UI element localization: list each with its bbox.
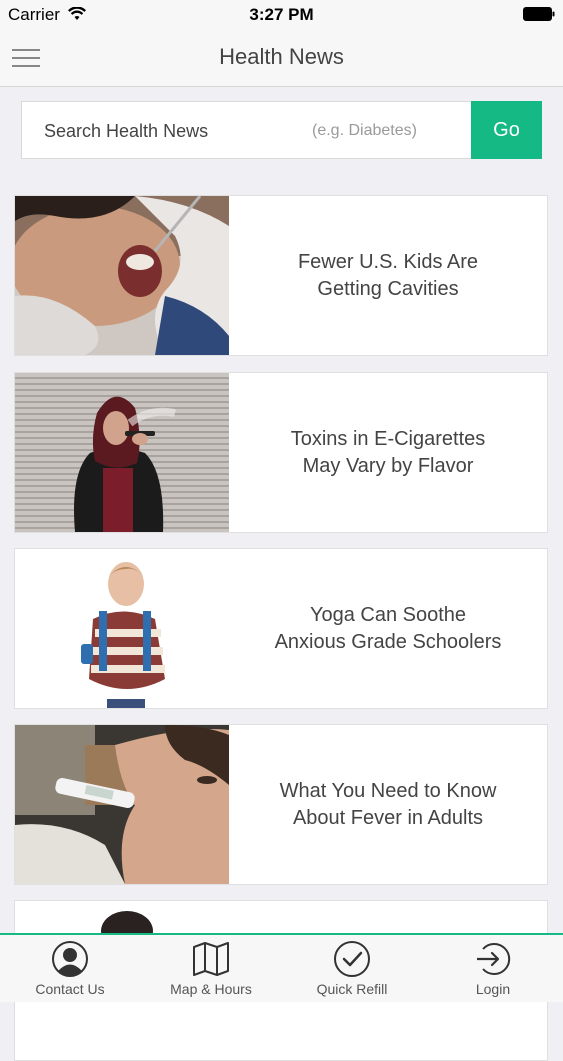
tab-quick-refill[interactable]: Quick Refill <box>282 935 422 1002</box>
article-thumbnail-fever <box>15 725 229 884</box>
article-card[interactable]: Fewer U.S. Kids Are Getting Cavities <box>14 195 548 356</box>
tab-label: Quick Refill <box>316 981 388 997</box>
go-button[interactable]: Go <box>471 101 542 159</box>
search-label: Search Health News <box>44 121 209 141</box>
article-title: Yoga Can Soothe Anxious Grade Schoolers <box>274 603 502 653</box>
search-placeholder: (e.g. Diabetes) <box>312 122 417 139</box>
tab-label: Login <box>475 981 511 997</box>
page-title: Health News <box>219 44 344 69</box>
login-arrow-icon <box>477 943 511 975</box>
tab-login[interactable]: Login <box>423 935 563 1002</box>
tab-contact-us[interactable]: Contact Us <box>0 935 140 1002</box>
status-bar: Carrier 3:27 PM <box>0 0 563 30</box>
tab-map-hours[interactable]: Map & Hours <box>141 935 281 1002</box>
article-card[interactable]: Yoga Can Soothe Anxious Grade Schoolers <box>14 548 548 709</box>
article-thumbnail-ecigarette <box>15 373 229 532</box>
tab-label: Contact Us <box>35 981 105 997</box>
checkmark-circle-icon <box>334 941 370 977</box>
status-time: 3:27 PM <box>249 5 314 24</box>
navigation-bar: Health News <box>0 30 563 87</box>
article-title: What You Need to Know About Fever in Adu… <box>279 779 497 829</box>
search-field[interactable]: Search Health News (e.g. Diabetes) Go <box>21 101 542 159</box>
article-thumbnail-dentist <box>15 196 229 355</box>
article-card[interactable]: Toxins in E-Cigarettes May Vary by Flavo… <box>14 372 548 533</box>
battery-icon <box>523 7 555 21</box>
article-title: Fewer U.S. Kids Are Getting Cavities <box>297 250 479 300</box>
article-card[interactable]: What You Need to Know About Fever in Adu… <box>14 724 548 885</box>
contact-person-icon <box>52 941 88 977</box>
article-title: Toxins in E-Cigarettes May Vary by Flavo… <box>290 427 486 477</box>
folded-map-icon <box>193 942 229 976</box>
article-thumbnail-yoga-boy <box>15 549 229 708</box>
tab-bar: Contact Us Map & Hours Quick Refill Logi… <box>0 933 563 1002</box>
tab-label: Map & Hours <box>170 981 252 997</box>
